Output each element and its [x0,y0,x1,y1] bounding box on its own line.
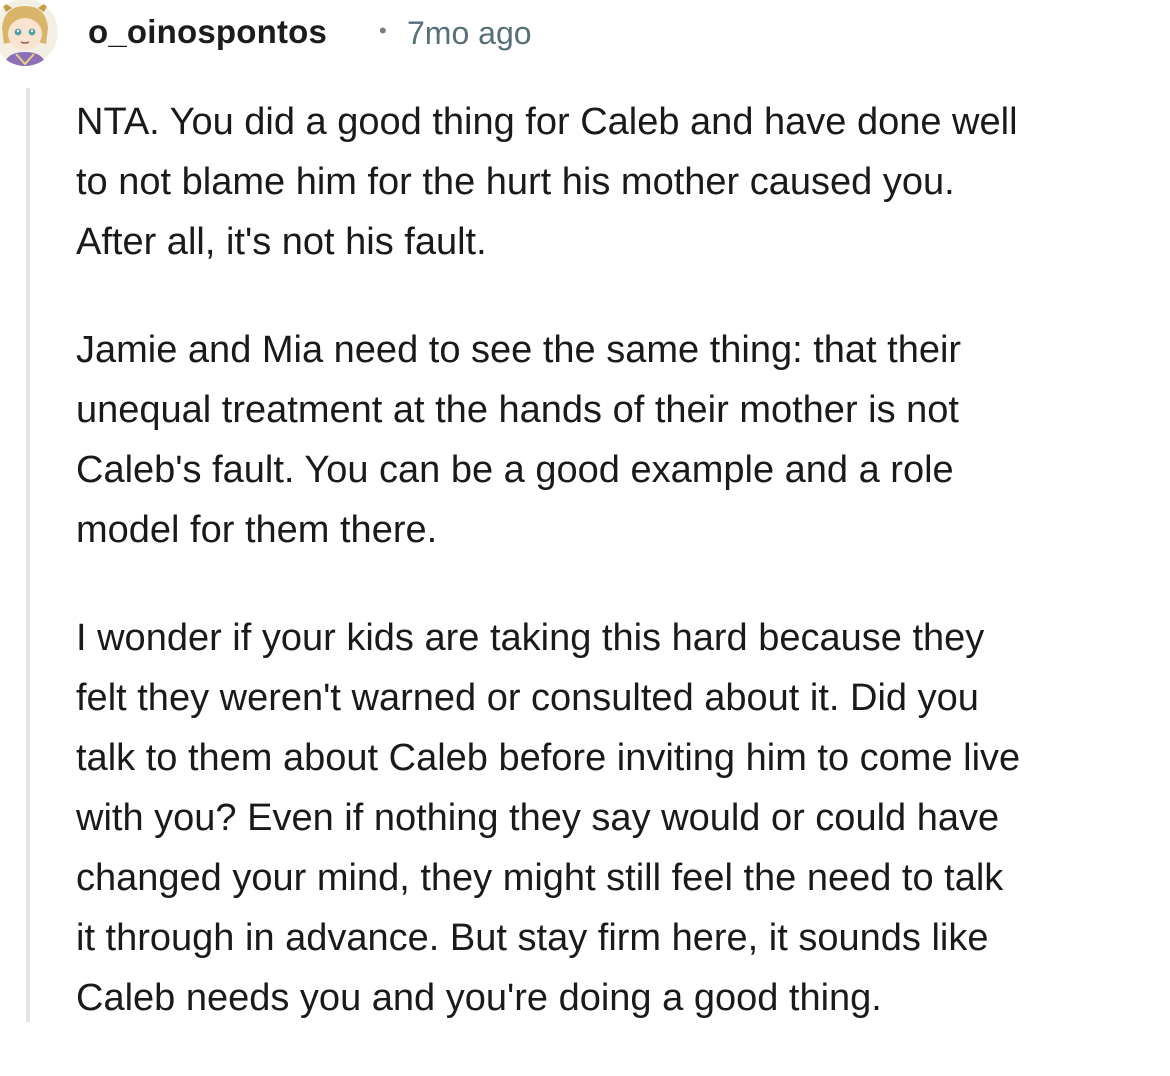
comment-line: felt they weren't warned or consulted ab… [76,677,979,719]
comment-paragraph: Jamie and Mia need to see the same thing… [76,320,1170,560]
comment-line: I wonder if your kids are taking this ha… [76,617,985,659]
comment-line: changed your mind, they might still feel… [76,857,1004,899]
comment-line: to not blame him for the hurt his mother… [76,161,955,203]
meta-separator: • [379,18,387,43]
comment-line: Caleb needs you and you're doing a good … [76,977,882,1019]
comment-line: with you? Even if nothing they say would… [76,797,1000,839]
comment-line: Jamie and Mia need to see the same thing… [76,329,962,371]
comment-line: unequal treatment at the hands of their … [76,389,959,431]
comment-timestamp[interactable]: 7mo ago [407,15,532,52]
comment-line: Caleb's fault. You can be a good example… [76,449,954,491]
comment-author[interactable]: o_oinospontos [88,13,327,51]
comment-line: it through in advance. But stay firm her… [76,917,989,959]
comment-paragraph: I wonder if your kids are taking this ha… [76,608,1170,1028]
comment-paragraph: NTA. You did a good thing for Caleb and … [76,92,1170,272]
thread-collapse-line[interactable] [26,88,30,1022]
comment-line: NTA. You did a good thing for Caleb and … [76,101,1018,143]
comment-line: After all, it's not his fault. [76,221,487,263]
comment-line: talk to them about Caleb before inviting… [76,737,1021,779]
user-avatar-icon[interactable] [0,0,58,66]
comment-body: NTA. You did a good thing for Caleb and … [76,92,1170,1076]
comment-header: o_oinospontos • 7mo ago [0,0,1170,68]
comment: o_oinospontos • 7mo ago NTA. You did a g… [0,0,1170,1022]
comment-line: model for them there. [76,509,438,551]
